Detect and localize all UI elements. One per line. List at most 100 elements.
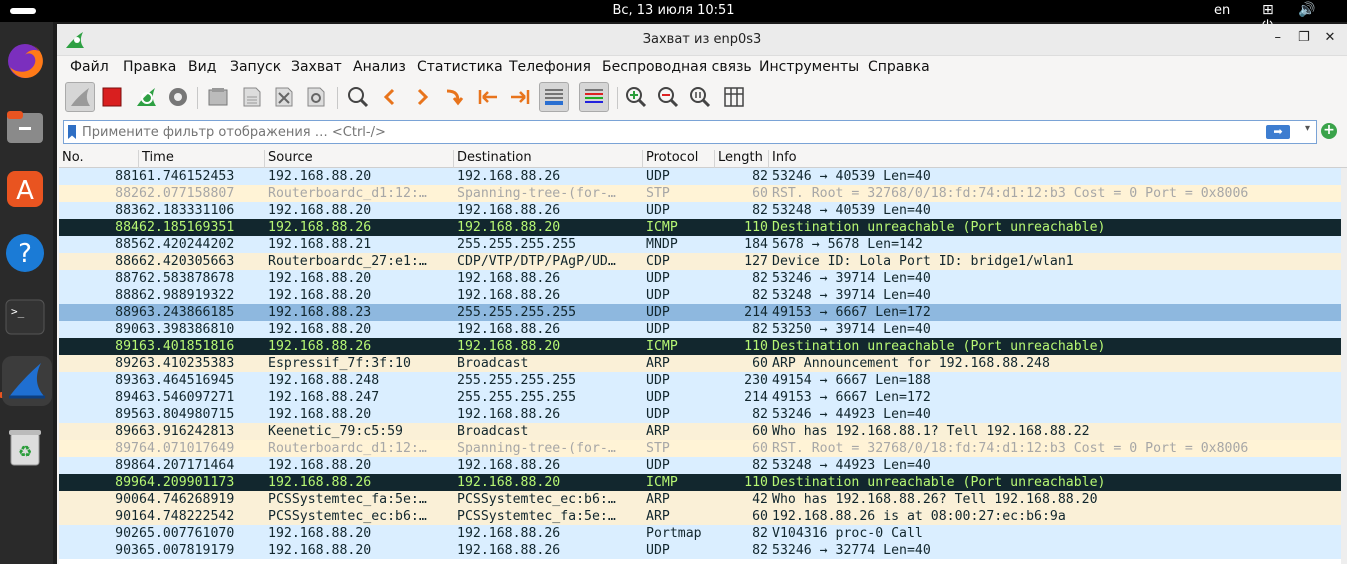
find-packet-icon[interactable] — [343, 82, 373, 112]
column-header-no[interactable]: No. — [59, 150, 139, 168]
packet-row[interactable]: 903 65.007819179 192.168.88.20 192.168.88.2… — [59, 542, 1347, 559]
packet-row[interactable]: 895 63.804980715 192.168.88.20 192.168.88.2… — [59, 406, 1347, 423]
packet-source: Routerboardc_d1:12:… — [268, 186, 427, 201]
packet-row[interactable]: 898 64.207171464 192.168.88.20 192.168.88.2… — [59, 457, 1347, 474]
packet-list: No. Time Source Destination Protocol Len… — [59, 148, 1347, 564]
packet-source: 192.168.88.26 — [268, 220, 372, 235]
packet-row[interactable]: 894 63.546097271 192.168.88.247 255.255.255… — [59, 389, 1347, 406]
packet-source: 192.168.88.20 — [268, 169, 372, 184]
packet-protocol: UDP — [646, 322, 670, 337]
trash-icon[interactable]: ♻ — [2, 424, 48, 470]
packet-row[interactable]: 892 63.410235383 Espressif_7f:3f:10 Broadca… — [59, 355, 1347, 372]
firefox-icon[interactable] — [2, 38, 48, 84]
packet-source: 192.168.88.26 — [268, 339, 372, 354]
packet-number: 890 — [115, 322, 139, 337]
column-header-info[interactable]: Info — [769, 150, 1347, 168]
packet-destination: 192.168.88.20 — [457, 339, 561, 354]
packet-destination: 255.255.255.255 — [457, 390, 577, 405]
column-header-length[interactable]: Length — [715, 150, 769, 168]
menu-edit[interactable]: Правка — [123, 59, 176, 75]
zoom-in-icon[interactable] — [621, 82, 651, 112]
autoscroll-icon[interactable] — [539, 82, 569, 112]
clock[interactable]: Вс, 13 июля 10:51 — [0, 3, 1347, 18]
column-header-protocol[interactable]: Protocol — [643, 150, 715, 168]
menu-tools[interactable]: Инструменты — [759, 59, 859, 75]
packet-row[interactable]: 896 63.916242813 Keenetic_79:c5:59 Broadcas… — [59, 423, 1347, 440]
resize-columns-icon[interactable] — [719, 82, 749, 112]
window-titlebar[interactable]: Захват из enp0s3 – ❐ ✕ — [57, 24, 1347, 56]
menu-wireless[interactable]: Беспроводная связь — [602, 59, 752, 75]
terminal-icon[interactable]: >_ — [2, 294, 48, 340]
packet-row[interactable]: 889 63.243866185 192.168.88.23 255.255.255.… — [59, 304, 1347, 321]
packet-row[interactable]: 887 62.583878678 192.168.88.20 192.168.88.2… — [59, 270, 1347, 287]
packet-row[interactable]: 884 62.185169351 192.168.88.26 192.168.88.2… — [59, 219, 1347, 236]
files-icon[interactable] — [2, 104, 48, 150]
packet-length: 82 — [752, 543, 768, 558]
menu-statistics[interactable]: Статистика — [417, 59, 503, 75]
packet-row[interactable]: 882 62.077158807 Routerboardc_d1:12:… Spann… — [59, 185, 1347, 202]
filter-history-dropdown[interactable]: ▾ — [1305, 123, 1310, 134]
menu-help[interactable]: Справка — [868, 59, 930, 75]
packet-row[interactable]: 897 64.071017649 Routerboardc_d1:12:… Spann… — [59, 440, 1347, 457]
packet-row[interactable]: 885 62.420244202 192.168.88.21 255.255.255.… — [59, 236, 1347, 253]
menu-go[interactable]: Запуск — [230, 59, 281, 75]
vertical-scrollbar[interactable] — [1341, 168, 1347, 564]
menu-file[interactable]: Файл — [70, 59, 109, 75]
add-filter-button[interactable]: + — [1321, 123, 1337, 139]
reload-file-icon[interactable] — [301, 82, 331, 112]
menu-analyze[interactable]: Анализ — [353, 59, 406, 75]
maximize-button[interactable]: ❐ — [1293, 30, 1315, 45]
start-capture-icon[interactable] — [65, 82, 95, 112]
packet-protocol: Portmap — [646, 526, 702, 541]
packet-number: 893 — [115, 373, 139, 388]
packet-row[interactable]: 890 63.398386810 192.168.88.20 192.168.88.2… — [59, 321, 1347, 338]
packet-row[interactable]: 888 62.988919322 192.168.88.20 192.168.88.2… — [59, 287, 1347, 304]
bookmark-icon[interactable] — [68, 125, 76, 139]
help-icon[interactable]: ? — [2, 230, 48, 276]
packet-protocol: UDP — [646, 169, 670, 184]
packet-row[interactable]: 893 63.464516945 192.168.88.248 255.255.255… — [59, 372, 1347, 389]
zoom-normal-icon[interactable] — [685, 82, 715, 112]
apply-filter-button[interactable]: ➡ — [1266, 125, 1290, 139]
save-file-icon[interactable] — [237, 82, 267, 112]
packet-row[interactable]: 900 64.746268919 PCSSystemtec_fa:5e:… PCSSy… — [59, 491, 1347, 508]
packet-row[interactable]: 899 64.209901173 192.168.88.26 192.168.88.2… — [59, 474, 1347, 491]
main-toolbar — [57, 79, 1347, 117]
column-header-time[interactable]: Time — [139, 150, 265, 168]
app-center-icon[interactable]: A — [2, 166, 48, 212]
keyboard-layout[interactable]: en — [1214, 3, 1230, 18]
packet-number: 895 — [115, 407, 139, 422]
packet-row[interactable]: 891 63.401851816 192.168.88.26 192.168.88.2… — [59, 338, 1347, 355]
packet-row[interactable]: 881 61.746152453 192.168.88.20 192.168.88.2… — [59, 168, 1347, 185]
open-file-icon[interactable] — [203, 82, 233, 112]
go-forward-icon[interactable] — [407, 82, 437, 112]
packet-length: 214 — [744, 390, 768, 405]
display-filter-input[interactable] — [82, 123, 1262, 141]
packet-source: 192.168.88.20 — [268, 322, 372, 337]
restart-capture-icon[interactable] — [131, 82, 161, 112]
go-last-icon[interactable] — [505, 82, 535, 112]
stop-capture-icon[interactable] — [97, 82, 127, 112]
close-file-icon[interactable] — [269, 82, 299, 112]
packet-number: 903 — [115, 543, 139, 558]
minimize-button[interactable]: – — [1267, 30, 1289, 45]
packet-protocol: ICMP — [646, 339, 678, 354]
packet-row[interactable]: 901 64.748222542 PCSSystemtec_ec:b6:… PCSSy… — [59, 508, 1347, 525]
go-first-icon[interactable] — [473, 82, 503, 112]
menu-capture[interactable]: Захват — [291, 59, 342, 75]
go-to-packet-icon[interactable] — [439, 82, 469, 112]
packet-length: 82 — [752, 288, 768, 303]
packet-row[interactable]: 902 65.007761070 192.168.88.20 192.168.88.2… — [59, 525, 1347, 542]
capture-options-icon[interactable] — [163, 82, 193, 112]
go-back-icon[interactable] — [375, 82, 405, 112]
close-button[interactable]: ✕ — [1319, 30, 1341, 45]
column-header-destination[interactable]: Destination — [454, 150, 643, 168]
packet-row[interactable]: 883 62.183331106 192.168.88.20 192.168.88.2… — [59, 202, 1347, 219]
menu-telephony[interactable]: Телефония — [509, 59, 591, 75]
wireshark-icon[interactable] — [2, 356, 52, 406]
packet-row[interactable]: 886 62.420305663 Routerboardc_27:e1:… CDP/V… — [59, 253, 1347, 270]
menu-view[interactable]: Вид — [188, 59, 216, 75]
column-header-source[interactable]: Source — [265, 150, 454, 168]
colorize-icon[interactable] — [579, 82, 609, 112]
zoom-out-icon[interactable] — [653, 82, 683, 112]
